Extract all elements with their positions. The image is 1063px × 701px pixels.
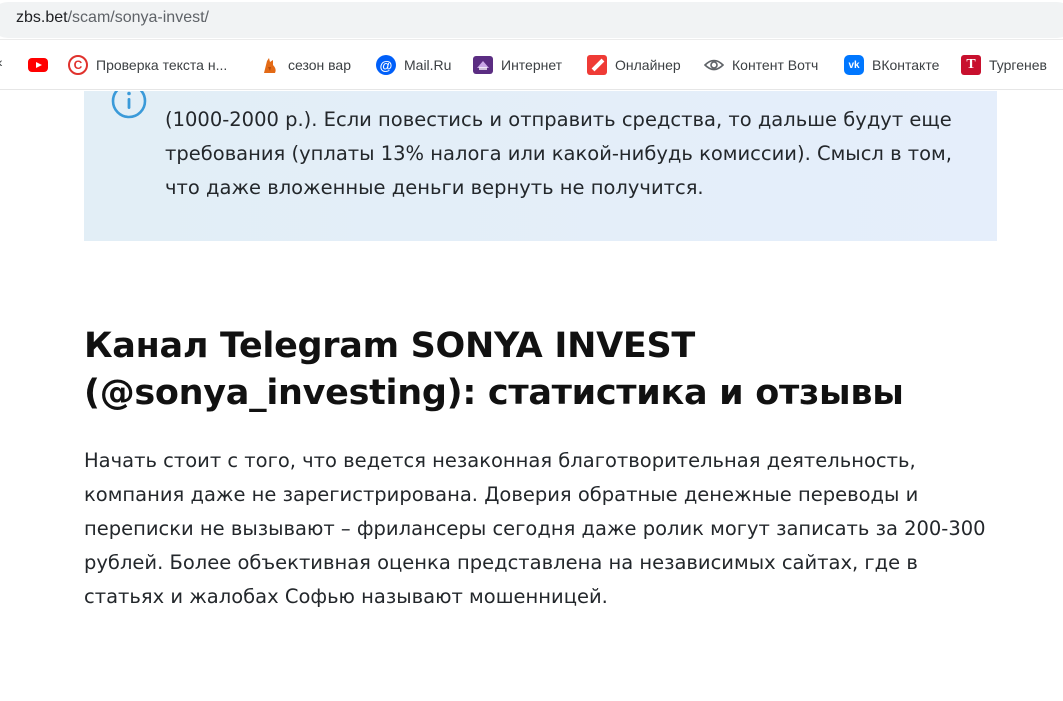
youtube-icon bbox=[28, 55, 48, 75]
fox-icon bbox=[260, 55, 280, 75]
bookmark-vkontakte[interactable]: vk ВКонтакте bbox=[844, 40, 939, 90]
bookmark-label: сезон вар bbox=[288, 57, 351, 73]
bookmark-season-war[interactable]: сезон вар bbox=[260, 40, 351, 90]
bookmark-youtube[interactable] bbox=[28, 40, 56, 90]
paragraph-line: переписки не вызывают – фрилансеры сегод… bbox=[84, 517, 986, 540]
url-text[interactable]: zbs.bet/scam/sonya-invest/ bbox=[16, 9, 209, 27]
bookmark-mailru[interactable]: @ Mail.Ru bbox=[376, 40, 451, 90]
bookmark-internet[interactable]: Интернет bbox=[473, 40, 562, 90]
mailru-icon: @ bbox=[376, 55, 396, 75]
bookmark-label: Контент Вотч bbox=[732, 57, 819, 73]
paragraph-line: рублей. Более объективная оценка предста… bbox=[84, 551, 918, 574]
vk-glyph: vk bbox=[844, 55, 864, 75]
bookmark-label: Mail.Ru bbox=[404, 57, 452, 73]
address-bar[interactable]: zbs.bet/scam/sonya-invest/ bbox=[0, 0, 1063, 40]
paragraph-line: Начать стоит с того, что ведется незакон… bbox=[84, 449, 916, 472]
url-host: zbs.bet bbox=[16, 9, 68, 26]
internet-icon bbox=[473, 55, 493, 75]
vk-icon: vk bbox=[844, 55, 864, 75]
onliner-icon bbox=[587, 55, 607, 75]
copyright-glyph: C bbox=[68, 55, 88, 75]
info-callout-text: (1000-2000 р.). Если повестись и отправи… bbox=[165, 103, 965, 205]
bookmark-onliner[interactable]: Онлайнер bbox=[587, 40, 681, 90]
bookmarks-overflow-chevron-icon[interactable]: ‹ bbox=[0, 54, 3, 70]
bookmark-label: Онлайнер bbox=[615, 57, 681, 73]
info-line: что даже вложенные деньги вернуть не пол… bbox=[165, 176, 704, 199]
turgenev-icon: T bbox=[961, 55, 981, 75]
mail-glyph: @ bbox=[376, 55, 396, 75]
info-line: требования (уплаты 13% налога или какой-… bbox=[165, 142, 952, 165]
bookmark-label: Интернет bbox=[501, 57, 563, 73]
bookmark-label: ВКонтакте bbox=[872, 57, 940, 73]
heading-line: Канал Telegram SONYA INVEST bbox=[84, 326, 695, 366]
bookmark-content-watch[interactable]: Контент Вотч bbox=[704, 40, 818, 90]
bookmark-text-check[interactable]: C Проверка текста н... bbox=[68, 40, 227, 90]
copyright-icon: C bbox=[68, 55, 88, 75]
paragraph-line: компания даже не зарегистрирована. Довер… bbox=[84, 483, 919, 506]
url-path: /scam/sonya-invest/ bbox=[67, 9, 209, 26]
bookmarks-bar: ‹ C Проверка текста н... сезон вар @ Mai… bbox=[0, 40, 1063, 90]
heading-line: (@sonya_investing): статистика и отзывы bbox=[84, 373, 904, 413]
paragraph-line: статьях и жалобах Софью называют мошенни… bbox=[84, 585, 608, 608]
page-content: (1000-2000 р.). Если повестись и отправи… bbox=[0, 91, 1063, 701]
article-paragraph: Начать стоит с того, что ведется незакон… bbox=[84, 444, 1014, 614]
turgenev-glyph: T bbox=[961, 55, 981, 75]
eye-icon bbox=[704, 55, 724, 75]
bookmark-label: Тургенев bbox=[989, 57, 1047, 73]
section-heading: Канал Telegram SONYA INVEST (@sonya_inve… bbox=[84, 323, 1014, 417]
info-line: (1000-2000 р.). Если повестись и отправи… bbox=[165, 108, 952, 131]
bookmark-turgenev[interactable]: T Тургенев bbox=[961, 40, 1047, 90]
info-icon bbox=[111, 91, 147, 119]
bookmark-label: Проверка текста н... bbox=[96, 57, 228, 73]
